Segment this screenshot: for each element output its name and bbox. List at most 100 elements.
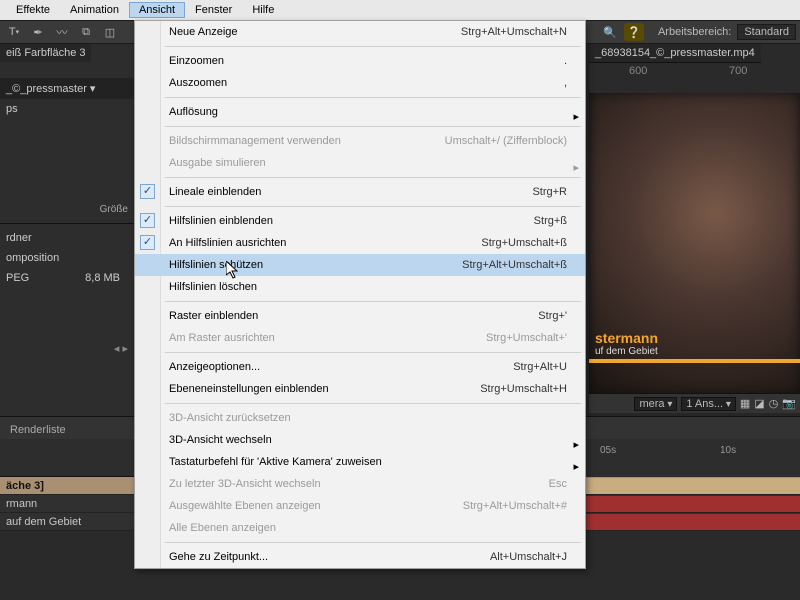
menu-item-label: Ausgewählte Ebenen anzeigen — [169, 500, 321, 512]
menu-item[interactable]: Auflösung▸ — [135, 101, 585, 123]
lower-third-sub: uf dem Gebiet — [589, 346, 800, 357]
stamp-tool-icon[interactable]: ⧉ — [76, 23, 96, 41]
workspace-select[interactable]: Standard — [737, 24, 796, 40]
renderlist-tab[interactable]: Renderliste — [0, 421, 76, 439]
menu-shortcut: Esc — [549, 473, 567, 495]
menu-item: Alle Ebenen anzeigen — [135, 517, 585, 539]
viewer-canvas[interactable]: stermann uf dem Gebiet — [589, 93, 800, 393]
menu-item[interactable]: Hilfslinien schützenStrg+Alt+Umschalt+ß — [135, 254, 585, 276]
snapshot-icon[interactable]: 📷 — [782, 397, 796, 410]
menu-effekte[interactable]: Effekte — [6, 2, 60, 18]
menu-item: Zu letzter 3D-Ansicht wechseln Esc — [135, 473, 585, 495]
menu-shortcut: Alt+Umschalt+J — [490, 546, 567, 568]
menu-separator — [165, 206, 581, 207]
menu-separator — [165, 301, 581, 302]
menu-item[interactable]: 3D-Ansicht wechseln▸ — [135, 429, 585, 451]
menu-item-label: Gehe zu Zeitpunkt... — [169, 551, 268, 563]
text-tool-icon[interactable]: T▾ — [4, 23, 24, 41]
menu-shortcut: Strg+Alt+Umschalt+# — [463, 495, 567, 517]
help-icon[interactable]: ❔ — [624, 23, 644, 41]
menu-shortcut: Strg+Alt+U — [513, 356, 567, 378]
composition-viewer: _68938154_©_pressmaster.mp4 600 700 ster… — [589, 44, 800, 400]
eraser-tool-icon[interactable]: ◫ — [100, 23, 120, 41]
menu-item[interactable]: Anzeigeoptionen... Strg+Alt+U — [135, 356, 585, 378]
menu-item-label: Einzoomen — [169, 55, 224, 67]
menu-item-label: Zu letzter 3D-Ansicht wechseln — [169, 478, 321, 490]
clock-icon[interactable]: ◷ — [769, 397, 779, 410]
menu-item-label: Anzeigeoptionen... — [169, 361, 260, 373]
project-tab[interactable]: eiß Farbfläche 3 — [0, 44, 91, 62]
menu-item: Ausgabe simulieren▸ — [135, 152, 585, 174]
ansicht-menu: Neue Anzeige Strg+Alt+Umschalt+N Einzoomen… — [134, 20, 586, 569]
menu-hilfe[interactable]: Hilfe — [242, 2, 284, 18]
menu-item: Bildschirmmanagement verwenden Umschalt+/… — [135, 130, 585, 152]
menu-item-label: 3D-Ansicht zurücksetzen — [169, 412, 291, 424]
menu-item[interactable]: Gehe zu Zeitpunkt... Alt+Umschalt+J — [135, 546, 585, 568]
submenu-arrow-icon: ▸ — [573, 157, 579, 179]
project-subtab: ps — [0, 99, 134, 119]
menu-shortcut: Strg+R — [532, 181, 567, 203]
menu-shortcut: Strg+Umschalt+H — [480, 378, 567, 400]
col-size: Größe — [100, 204, 128, 215]
menu-item-label: Auflösung — [169, 106, 218, 118]
grid-icon[interactable]: ▦ — [740, 397, 750, 410]
menu-item[interactable]: ✓ An Hilfslinien ausrichten Strg+Umschalt+… — [135, 232, 585, 254]
menu-item-label: Am Raster ausrichten — [169, 332, 275, 344]
menu-shortcut: Umschalt+/ (Ziffernblock) — [445, 130, 567, 152]
menu-item[interactable]: Tastaturbefehl für 'Aktive Kamera' zuwei… — [135, 451, 585, 473]
check-icon: ✓ — [140, 235, 155, 250]
row-codec[interactable]: PEG — [6, 272, 29, 284]
pen-tool-icon[interactable]: ✒ — [28, 23, 48, 41]
search-icon[interactable]: 🔍 — [600, 23, 620, 41]
menu-shortcut: Strg+ß — [534, 210, 567, 232]
menu-shortcut: Strg+Alt+Umschalt+N — [461, 21, 567, 43]
menu-shortcut: Strg+Umschalt+' — [486, 327, 567, 349]
menu-item[interactable]: Hilfslinien löschen — [135, 276, 585, 298]
menu-shortcut: , — [564, 72, 567, 94]
viewer-controls: mera ▾ 1 Ans... ▾ ▦ ◪ ◷ 📷 — [589, 393, 800, 413]
menu-shortcut: Strg+Alt+Umschalt+ß — [462, 254, 567, 276]
menu-item-label: Hilfslinien einblenden — [169, 215, 273, 227]
menu-item-label: Auszoomen — [169, 77, 227, 89]
menu-item[interactable]: ✓ Hilfslinien einblenden Strg+ß — [135, 210, 585, 232]
viewer-tab[interactable]: _68938154_©_pressmaster.mp4 — [589, 44, 761, 63]
menu-item-label: Raster einblenden — [169, 310, 258, 322]
menu-item[interactable]: Auszoomen, — [135, 72, 585, 94]
check-icon: ✓ — [140, 184, 155, 199]
camera-select[interactable]: mera ▾ — [634, 397, 677, 411]
lower-third-bar — [589, 359, 800, 363]
menu-shortcut: Strg+Umschalt+ß — [481, 232, 567, 254]
menu-item-label: An Hilfslinien ausrichten — [169, 237, 286, 249]
lower-third: stermann uf dem Gebiet — [589, 330, 800, 363]
menu-item[interactable]: ✓Lineale einblendenStrg+R — [135, 181, 585, 203]
row-composition[interactable]: omposition — [0, 248, 134, 268]
check-icon: ✓ — [140, 213, 155, 228]
menu-separator — [165, 177, 581, 178]
menu-separator — [165, 403, 581, 404]
menu-item[interactable]: Ebeneneinstellungen einblendenStrg+Umsch… — [135, 378, 585, 400]
menu-separator — [165, 352, 581, 353]
menu-item-label: Hilfslinien löschen — [169, 281, 257, 293]
menu-fenster[interactable]: Fenster — [185, 2, 242, 18]
menu-item: 3D-Ansicht zurücksetzen — [135, 407, 585, 429]
menu-item[interactable]: Einzoomen. — [135, 50, 585, 72]
views-select[interactable]: 1 Ans... ▾ — [681, 397, 736, 411]
menu-shortcut: Strg+' — [538, 305, 567, 327]
menu-animation[interactable]: Animation — [60, 2, 129, 18]
menu-item[interactable]: Neue Anzeige Strg+Alt+Umschalt+N — [135, 21, 585, 43]
mask-icon[interactable]: ◪ — [754, 397, 764, 410]
menu-separator — [165, 542, 581, 543]
menu-separator — [165, 46, 581, 47]
menu-separator — [165, 126, 581, 127]
row-folder[interactable]: rdner — [0, 228, 134, 248]
menu-item-label: Tastaturbefehl für 'Aktive Kamera' zuwei… — [169, 456, 382, 468]
menu-item[interactable]: Raster einblenden Strg+' — [135, 305, 585, 327]
menu-item-label: Neue Anzeige — [169, 26, 238, 38]
menu-ansicht[interactable]: Ansicht — [129, 2, 185, 18]
project-dropdown[interactable]: _©_pressmaster — [6, 83, 87, 95]
menu-item-label: Bildschirmmanagement verwenden — [169, 135, 341, 147]
menu-item-label: Ausgabe simulieren — [169, 157, 266, 169]
menubar: Effekte Animation Ansicht Fenster Hilfe — [0, 0, 800, 20]
row-size: 8,8 MB — [85, 272, 128, 284]
brush-tool-icon[interactable]: 〰 — [52, 23, 72, 41]
